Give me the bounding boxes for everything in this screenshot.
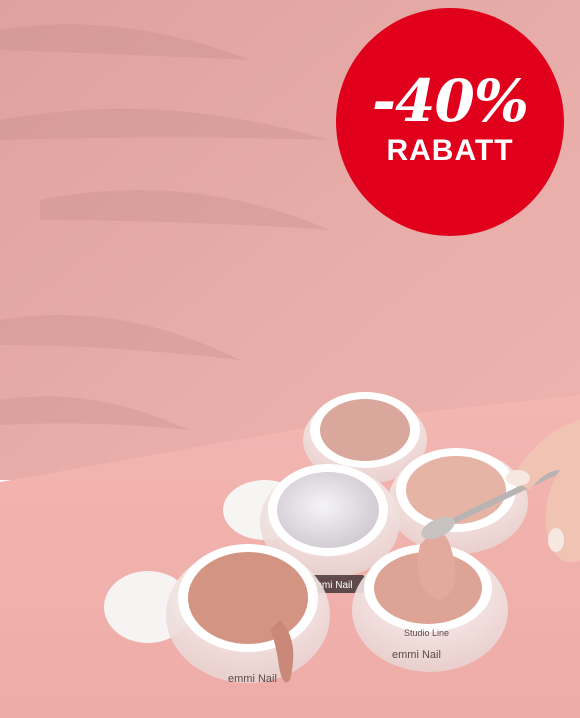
jar-brand-label: emmi Nail: [392, 649, 441, 661]
discount-label: RABATT: [386, 134, 514, 167]
product-promo-image: emmi Nail emmi Nail Studio Line emmi Nai…: [0, 0, 580, 718]
discount-badge: -40% RABATT: [336, 8, 564, 236]
jar-brand-label: emmi Nail: [228, 673, 277, 685]
jar-line-label: Studio Line: [404, 628, 449, 638]
discount-percent: -40%: [372, 67, 529, 135]
